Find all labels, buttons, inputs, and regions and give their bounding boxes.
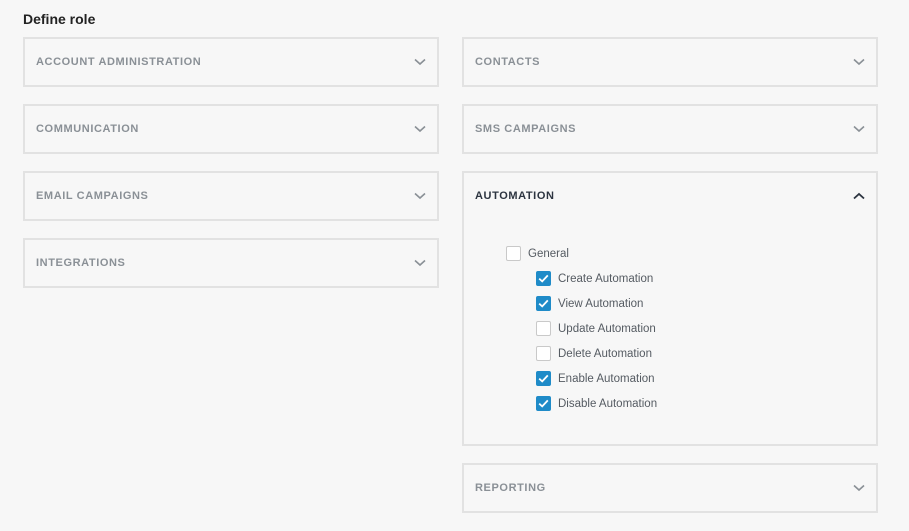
panel-label: CONTACTS: [475, 56, 541, 68]
checkmark-icon: [538, 299, 549, 308]
permission-label: View Automation: [558, 297, 644, 310]
panel-header-sms-campaigns[interactable]: SMS CAMPAIGNS: [464, 106, 876, 152]
panel-label: SMS CAMPAIGNS: [475, 123, 577, 135]
right-column: CONTACTS SMS CAMPAIGNS AUTOMATION Genera…: [462, 37, 878, 530]
permission-create-automation[interactable]: Create Automation: [506, 266, 876, 291]
panel-label: REPORTING: [475, 482, 546, 494]
permission-delete-automation[interactable]: Delete Automation: [506, 341, 876, 366]
panel-account-administration: ACCOUNT ADMINISTRATION: [23, 37, 439, 87]
update-automation-checkbox[interactable]: [536, 321, 551, 336]
automation-permissions: General Create Automation View Automatio…: [464, 219, 876, 444]
panel-sms-campaigns: SMS CAMPAIGNS: [462, 104, 878, 154]
checkmark-icon: [538, 374, 549, 383]
panel-email-campaigns: EMAIL CAMPAIGNS: [23, 171, 439, 221]
panel-label: ACCOUNT ADMINISTRATION: [36, 56, 202, 68]
permission-enable-automation[interactable]: Enable Automation: [506, 366, 876, 391]
permission-label: Update Automation: [558, 322, 656, 335]
chevron-up-icon: [852, 189, 866, 203]
panel-header-contacts[interactable]: CONTACTS: [464, 39, 876, 85]
panel-communication: COMMUNICATION: [23, 104, 439, 154]
panel-label: INTEGRATIONS: [36, 257, 126, 269]
permission-label: Disable Automation: [558, 397, 658, 410]
page-title: Define role: [23, 11, 96, 27]
panel-label: AUTOMATION: [475, 190, 555, 202]
delete-automation-checkbox[interactable]: [536, 346, 551, 361]
chevron-down-icon: [413, 55, 427, 69]
panel-header-reporting[interactable]: REPORTING: [464, 465, 876, 511]
permission-label: General: [528, 247, 569, 260]
panel-reporting: REPORTING: [462, 463, 878, 513]
panel-automation: AUTOMATION General Create Automation Vie…: [462, 171, 878, 446]
permission-view-automation[interactable]: View Automation: [506, 291, 876, 316]
panel-header-integrations[interactable]: INTEGRATIONS: [25, 240, 437, 286]
permission-label: Enable Automation: [558, 372, 655, 385]
chevron-down-icon: [413, 256, 427, 270]
checkmark-icon: [538, 399, 549, 408]
permission-label: Create Automation: [558, 272, 654, 285]
permission-disable-automation[interactable]: Disable Automation: [506, 391, 876, 416]
create-automation-checkbox[interactable]: [536, 271, 551, 286]
chevron-down-icon: [413, 122, 427, 136]
permission-update-automation[interactable]: Update Automation: [506, 316, 876, 341]
panel-integrations: INTEGRATIONS: [23, 238, 439, 288]
panel-contacts: CONTACTS: [462, 37, 878, 87]
checkmark-icon: [538, 274, 549, 283]
chevron-down-icon: [852, 122, 866, 136]
panel-header-automation[interactable]: AUTOMATION: [464, 173, 876, 219]
general-checkbox[interactable]: [506, 246, 521, 261]
panel-label: EMAIL CAMPAIGNS: [36, 190, 149, 202]
panel-header-email-campaigns[interactable]: EMAIL CAMPAIGNS: [25, 173, 437, 219]
chevron-down-icon: [413, 189, 427, 203]
left-column: ACCOUNT ADMINISTRATION COMMUNICATION EMA…: [23, 37, 439, 305]
permission-general[interactable]: General: [506, 241, 876, 266]
disable-automation-checkbox[interactable]: [536, 396, 551, 411]
chevron-down-icon: [852, 55, 866, 69]
permission-label: Delete Automation: [558, 347, 652, 360]
panel-label: COMMUNICATION: [36, 123, 139, 135]
panel-header-communication[interactable]: COMMUNICATION: [25, 106, 437, 152]
panel-header-account-administration[interactable]: ACCOUNT ADMINISTRATION: [25, 39, 437, 85]
view-automation-checkbox[interactable]: [536, 296, 551, 311]
chevron-down-icon: [852, 481, 866, 495]
enable-automation-checkbox[interactable]: [536, 371, 551, 386]
